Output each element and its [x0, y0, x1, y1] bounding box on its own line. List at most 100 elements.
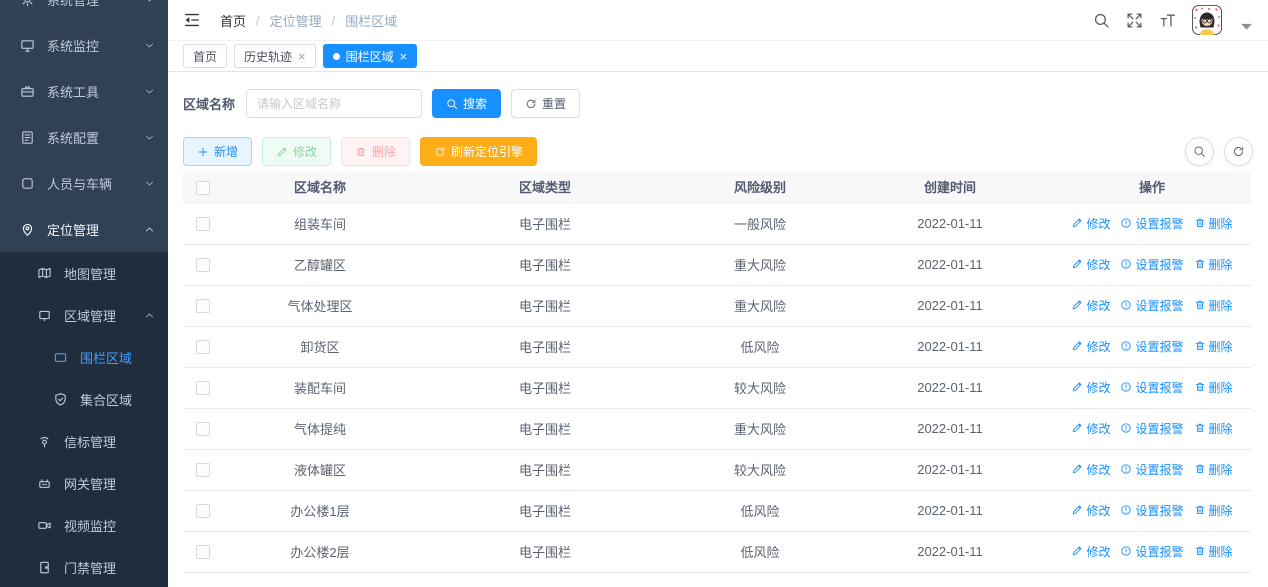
row-checkbox[interactable] [196, 299, 210, 313]
map-icon [37, 266, 52, 281]
row-edit-link[interactable]: 修改 [1071, 256, 1110, 273]
row-edit-link[interactable]: 修改 [1071, 215, 1110, 232]
caret-down-icon[interactable] [1238, 18, 1255, 35]
refresh-table-button[interactable] [1224, 137, 1253, 166]
sidebar-item-location-management[interactable]: 定位管理 [0, 206, 168, 252]
row-edit-link[interactable]: 修改 [1071, 461, 1110, 478]
area-name-input[interactable] [246, 89, 422, 118]
cell-risk-level: 重大风险 [673, 244, 847, 285]
row-set-alarm-link[interactable]: 设置报警 [1120, 461, 1183, 478]
row-checkbox[interactable] [196, 422, 210, 436]
alarm-icon [1120, 217, 1132, 229]
sidebar-item-system-config[interactable]: 系统配置 [0, 114, 168, 160]
row-set-alarm-link[interactable]: 设置报警 [1120, 215, 1183, 232]
row-checkbox[interactable] [196, 504, 210, 518]
row-delete-link[interactable]: 删除 [1194, 420, 1233, 437]
sidebar-item-gateway-management[interactable]: 网关管理 [0, 462, 168, 504]
search-icon[interactable] [1093, 12, 1110, 29]
sidebar-fold-icon[interactable] [183, 11, 201, 29]
tab-history-track[interactable]: 历史轨迹× [234, 44, 316, 68]
row-edit-link[interactable]: 修改 [1071, 297, 1110, 314]
row-checkbox[interactable] [196, 463, 210, 477]
row-delete-link[interactable]: 删除 [1194, 256, 1233, 273]
sidebar-item-label: 围栏区域 [80, 348, 132, 367]
sidebar-item-system-management[interactable]: 系统管理 [0, 0, 168, 22]
row-edit-link[interactable]: 修改 [1071, 379, 1110, 396]
alarm-icon [1120, 422, 1132, 434]
cell-area-name: 气体处理区 [223, 285, 417, 326]
row-delete-link[interactable]: 删除 [1194, 215, 1233, 232]
row-delete-link[interactable]: 删除 [1194, 297, 1233, 314]
tab-fence-area[interactable]: 围栏区域× [323, 44, 418, 68]
search-button[interactable]: 搜索 [432, 89, 501, 118]
refresh-engine-button[interactable]: 刷新定位引擎 [420, 137, 537, 166]
sidebar-item-system-monitor[interactable]: 系统监控 [0, 22, 168, 68]
close-tab-icon[interactable]: × [298, 50, 306, 63]
sidebar-item-area-management[interactable]: 区域管理 [0, 294, 168, 336]
cell-area-type: 电子围栏 [417, 367, 673, 408]
row-edit-link[interactable]: 修改 [1071, 543, 1110, 560]
header-actions [1093, 5, 1255, 35]
sidebar-item-fence-area[interactable]: 围栏区域 [0, 336, 168, 378]
row-set-alarm-link[interactable]: 设置报警 [1120, 502, 1183, 519]
cell-risk-level: 低风险 [673, 326, 847, 367]
cell-created-time: 2022-01-11 [847, 203, 1053, 244]
row-set-alarm-link[interactable]: 设置报警 [1120, 338, 1183, 355]
area-name-label: 区域名称 [183, 94, 235, 113]
select-all-checkbox[interactable] [196, 181, 210, 195]
sidebar-item-access-control[interactable]: 门禁管理 [0, 546, 168, 587]
row-delete-link[interactable]: 删除 [1194, 543, 1233, 560]
chevron-down-icon [144, 0, 155, 5]
sidebar-item-label: 系统工具 [47, 82, 99, 101]
user-avatar[interactable] [1192, 5, 1222, 35]
row-delete-link[interactable]: 删除 [1194, 502, 1233, 519]
cell-area-type: 电子围栏 [417, 449, 673, 490]
edit-icon [1071, 422, 1083, 434]
sidebar-item-gather-area[interactable]: 集合区域 [0, 378, 168, 420]
sidebar-item-video-surveillance[interactable]: 视频监控 [0, 504, 168, 546]
cell-risk-level: 较大风险 [673, 449, 847, 490]
trash-icon [1194, 381, 1206, 393]
row-checkbox[interactable] [196, 545, 210, 559]
row-checkbox[interactable] [196, 340, 210, 354]
sidebar-item-label: 区域管理 [64, 306, 116, 325]
row-edit-link[interactable]: 修改 [1071, 502, 1110, 519]
fence-icon [53, 350, 68, 365]
sidebar-item-personnel-vehicles[interactable]: 人员与车辆 [0, 160, 168, 206]
font-size-icon[interactable] [1159, 12, 1176, 29]
row-set-alarm-link[interactable]: 设置报警 [1120, 543, 1183, 560]
cell-area-type: 电子围栏 [417, 244, 673, 285]
row-checkbox[interactable] [196, 258, 210, 272]
row-delete-link[interactable]: 删除 [1194, 338, 1233, 355]
sidebar-item-beacon-management[interactable]: 信标管理 [0, 420, 168, 462]
delete-button[interactable]: 删除 [341, 137, 410, 166]
row-set-alarm-link[interactable]: 设置报警 [1120, 420, 1183, 437]
edit-icon [1071, 504, 1083, 516]
sidebar-item-system-tools[interactable]: 系统工具 [0, 68, 168, 114]
tab-home[interactable]: 首页 [183, 44, 227, 68]
table-row: 液体罐区电子围栏较大风险2022-01-11修改设置报警删除 [183, 449, 1251, 490]
refresh-icon [525, 98, 537, 110]
row-edit-link[interactable]: 修改 [1071, 338, 1110, 355]
refresh-icon [434, 146, 446, 158]
add-button[interactable]: 新增 [183, 137, 252, 166]
row-edit-link[interactable]: 修改 [1071, 420, 1110, 437]
row-checkbox[interactable] [196, 381, 210, 395]
close-tab-icon[interactable]: × [400, 50, 408, 63]
edit-button[interactable]: 修改 [262, 137, 331, 166]
row-set-alarm-link[interactable]: 设置报警 [1120, 256, 1183, 273]
toggle-search-button[interactable] [1185, 137, 1214, 166]
breadcrumb-item-home[interactable]: 首页 [220, 11, 246, 30]
row-delete-link[interactable]: 删除 [1194, 461, 1233, 478]
row-set-alarm-link[interactable]: 设置报警 [1120, 297, 1183, 314]
row-set-alarm-link[interactable]: 设置报警 [1120, 379, 1183, 396]
sidebar-item-map-management[interactable]: 地图管理 [0, 252, 168, 294]
trash-icon [1194, 545, 1206, 557]
sidebar-item-label: 网关管理 [64, 474, 116, 493]
row-checkbox[interactable] [196, 217, 210, 231]
reset-button[interactable]: 重置 [511, 89, 580, 118]
row-delete-link[interactable]: 删除 [1194, 379, 1233, 396]
table-row: 装配车间电子围栏较大风险2022-01-11修改设置报警删除 [183, 367, 1251, 408]
fullscreen-icon[interactable] [1126, 12, 1143, 29]
alarm-icon [1120, 463, 1132, 475]
